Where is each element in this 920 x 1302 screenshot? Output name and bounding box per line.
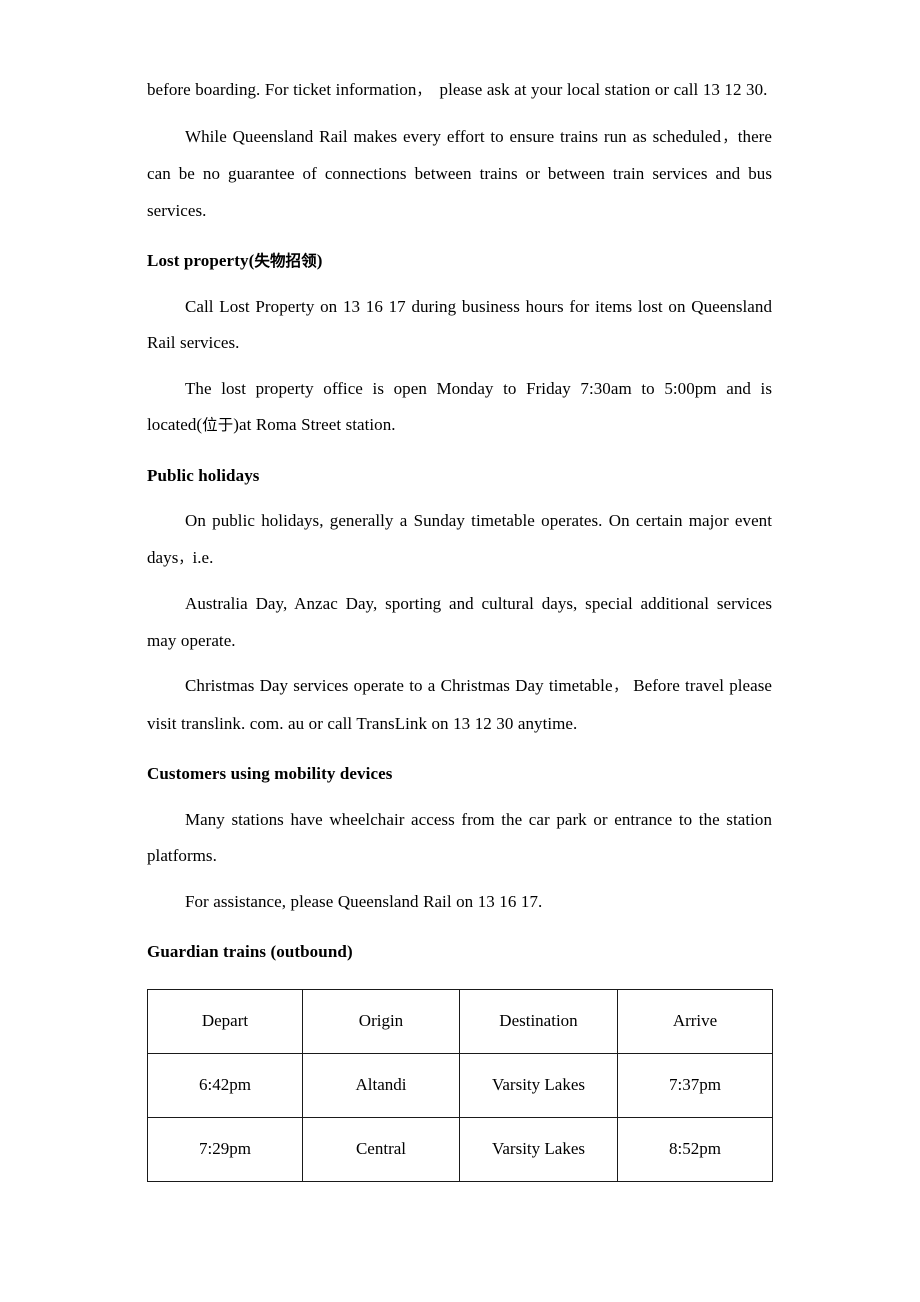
fullwidth-comma: ， — [178, 550, 193, 567]
paragraph-assistance: For assistance, please Queensland Rail o… — [185, 891, 543, 911]
paragraph-lost-property-hours: The lost property office is open Monday … — [147, 378, 772, 435]
cell-arrive: 7:37pm — [617, 1052, 773, 1118]
heading-text-english: Lost property — [147, 251, 249, 270]
table-body: Depart Origin Destination Arrive 6:42pm … — [147, 988, 773, 1182]
cell-arrive: 8:52pm — [617, 1116, 773, 1182]
paragraph-continuation: before boarding. For ticket information，… — [147, 80, 768, 99]
fullwidth-comma: ， — [416, 83, 431, 99]
column-header-arrive: Arrive — [617, 988, 773, 1054]
guardian-trains-table: Depart Origin Destination Arrive 6:42pm … — [147, 988, 773, 1182]
section-heading-mobility-devices: Customers using mobility devices — [147, 764, 393, 783]
section-heading-guardian-trains: Guardian trains (outbound) — [147, 942, 353, 961]
inline-cjk-located: 位于 — [202, 416, 234, 434]
column-header-origin: Origin — [302, 988, 460, 1054]
document-page: before boarding. For ticket information，… — [0, 0, 920, 1302]
guardian-trains-table-wrapper: Depart Origin Destination Arrive 6:42pm … — [147, 988, 773, 1182]
paragraph-wheelchair-access: Many stations have wheelchair access fro… — [147, 809, 772, 866]
paragraph-guarantee: While Queensland Rail makes every effort… — [147, 126, 772, 220]
table-row: 6:42pm Altandi Varsity Lakes 7:37pm — [147, 1052, 773, 1118]
fullwidth-comma: ， — [612, 679, 629, 695]
paragraph-call-lost-property: Call Lost Property on 13 16 17 during bu… — [147, 296, 772, 353]
heading-text-cjk: 失物招领 — [254, 252, 317, 270]
column-header-depart: Depart — [147, 988, 303, 1054]
paragraph-christmas-day: Christmas Day services operate to a Chri… — [147, 676, 772, 733]
paragraph-public-holidays-timetable: On public holidays, generally a Sunday t… — [147, 511, 772, 567]
heading-paren-close: ) — [316, 251, 323, 270]
table-header-row: Depart Origin Destination Arrive — [147, 988, 773, 1054]
cell-depart: 6:42pm — [147, 1052, 303, 1118]
fullwidth-comma: ， — [721, 129, 738, 146]
paragraph-special-days: Australia Day, Anzac Day, sporting and c… — [147, 594, 772, 650]
section-heading-lost-property: Lost property(失物招领) — [147, 243, 772, 280]
cell-destination: Varsity Lakes — [459, 1052, 618, 1118]
cell-destination: Varsity Lakes — [459, 1116, 618, 1182]
table-row: 7:29pm Central Varsity Lakes 8:52pm — [147, 1116, 773, 1182]
cell-depart: 7:29pm — [147, 1116, 303, 1182]
document-content: before boarding. For ticket information，… — [147, 72, 773, 1182]
section-heading-public-holidays: Public holidays — [147, 465, 260, 485]
cell-origin: Altandi — [302, 1052, 460, 1118]
column-header-destination: Destination — [459, 988, 618, 1054]
cell-origin: Central — [302, 1116, 460, 1182]
